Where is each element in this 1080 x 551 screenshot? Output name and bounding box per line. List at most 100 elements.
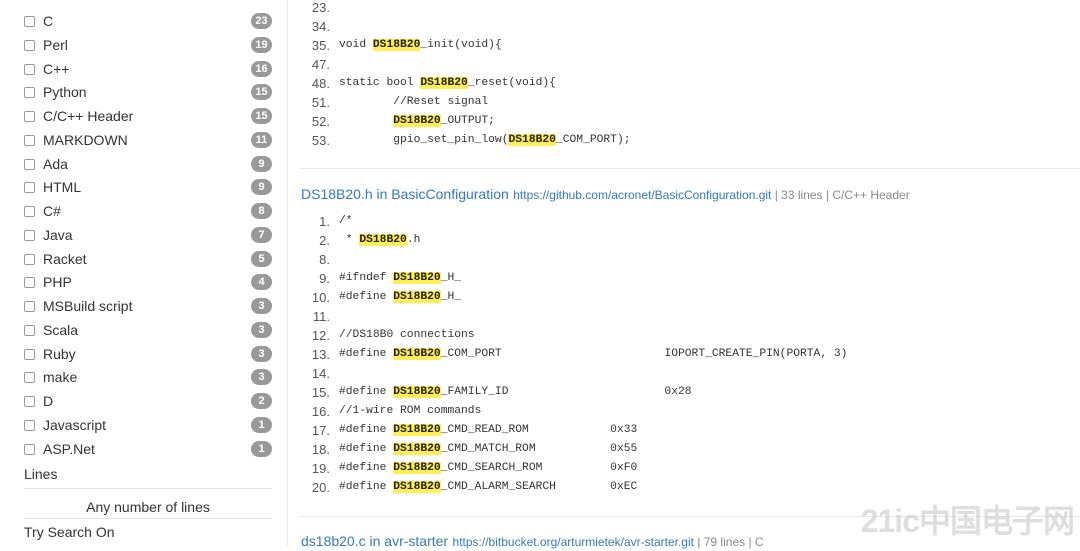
- language-filter-item[interactable]: Ada 9: [24, 154, 272, 176]
- language-label: Javascript: [43, 416, 107, 433]
- code-pre: #define: [339, 443, 394, 455]
- code-line: 10. #define DS18B20_H_: [288, 288, 1068, 307]
- code-text: //Reset signal: [339, 93, 488, 112]
- language-checkbox[interactable]: [24, 348, 35, 360]
- language-label: Perl: [43, 36, 68, 53]
- language-count-badge: 1: [251, 416, 272, 433]
- code-line: 48. static bool DS18B20_reset(void){: [288, 74, 1068, 93]
- language-checkbox[interactable]: [24, 63, 35, 75]
- line-number: 52.: [311, 114, 330, 129]
- language-count-badge: 9: [251, 155, 272, 172]
- code-line: 35. void DS18B20_init(void){: [288, 36, 1068, 55]
- line-number: 53.: [311, 133, 330, 148]
- language-checkbox[interactable]: [24, 111, 35, 122]
- language-count-badge: 11: [251, 131, 272, 148]
- code-pre: //1-wire ROM commands: [339, 405, 482, 417]
- lines-filter-option[interactable]: Any number of lines: [24, 499, 272, 515]
- search-highlight: DS18B20: [508, 134, 556, 146]
- language-filter-item[interactable]: C 23: [24, 11, 272, 33]
- line-number: 18.: [311, 442, 330, 457]
- repository-url-link[interactable]: https://bitbucket.org/arturmietek/avr-st…: [453, 535, 694, 549]
- language-checkbox[interactable]: [24, 277, 35, 289]
- code-pre: [339, 115, 393, 127]
- language-checkbox[interactable]: [24, 301, 35, 312]
- language-filter-item[interactable]: Java 7: [24, 225, 272, 247]
- language-count-badge: 8: [251, 203, 272, 219]
- language-count-badge: 7: [251, 226, 272, 243]
- line-number: 47.: [311, 57, 330, 72]
- language-filter-item[interactable]: PHP 4: [24, 272, 272, 294]
- language-label: Ada: [43, 155, 68, 172]
- line-number: 51.: [311, 95, 330, 110]
- code-pre: #define: [339, 386, 394, 398]
- language-checkbox[interactable]: [24, 324, 35, 336]
- language-checkbox[interactable]: [24, 419, 35, 431]
- language-checkbox[interactable]: [24, 372, 35, 384]
- language-filter-item[interactable]: MSBuild script 3: [24, 296, 272, 318]
- code-pre: #define: [339, 462, 394, 474]
- code-pre: //DS18B0 connections: [339, 329, 475, 341]
- code-line: 9. #ifndef DS18B20_H_: [288, 269, 1068, 288]
- language-filter-item[interactable]: ASP.Net 1: [24, 439, 272, 461]
- language-filter-item[interactable]: Perl 19: [24, 35, 272, 57]
- code-post: _CMD_SEARCH_ROM 0xF0: [440, 462, 638, 474]
- code-pre: #define: [339, 481, 394, 493]
- code-post: _FAMILY_ID 0x28: [440, 386, 692, 398]
- search-highlight: DS18B20: [393, 424, 441, 436]
- language-label: D: [43, 393, 54, 409]
- language-checkbox[interactable]: [24, 134, 35, 146]
- language-filter-item[interactable]: MARKDOWN 11: [24, 130, 272, 152]
- code-post: _COM_PORT);: [555, 134, 631, 146]
- line-number: 20.: [311, 480, 330, 495]
- line-number: 48.: [311, 76, 330, 91]
- language-label: Ruby: [43, 345, 76, 362]
- line-number: 2.: [319, 233, 330, 248]
- language-label: PHP: [43, 274, 72, 291]
- language-checkbox[interactable]: [24, 158, 35, 170]
- language-checkbox[interactable]: [24, 253, 35, 265]
- language-filter-item[interactable]: C/C++ Header 15: [24, 106, 272, 128]
- code-pre: static bool: [339, 77, 421, 89]
- language-label: MARKDOWN: [43, 131, 128, 148]
- line-number: 8.: [319, 252, 330, 267]
- language-count-badge: 3: [251, 345, 272, 362]
- code-text: //DS18B0 connections: [339, 326, 475, 345]
- language-filter-item[interactable]: Javascript 1: [24, 415, 272, 437]
- language-filter-item[interactable]: Python 15: [24, 82, 272, 104]
- code-post: _init(void){: [420, 39, 502, 51]
- language-filter-item[interactable]: Ruby 3: [24, 344, 272, 366]
- language-count-badge: 5: [251, 250, 272, 267]
- search-highlight: DS18B20: [393, 115, 441, 127]
- result-title-link[interactable]: DS18B20.h in BasicConfiguration: [301, 186, 509, 202]
- try-search-on-link[interactable]: Try Search On: [24, 524, 115, 540]
- language-checkbox[interactable]: [24, 16, 35, 27]
- language-checkbox[interactable]: [24, 206, 35, 217]
- language-checkbox[interactable]: [24, 182, 35, 194]
- code-post: _CMD_MATCH_ROM 0x55: [440, 443, 638, 455]
- code-post: _H_: [440, 272, 462, 284]
- language-filter-item[interactable]: Scala 3: [24, 320, 272, 342]
- result-title-link[interactable]: ds18b20.c in avr-starter: [301, 533, 448, 549]
- code-text: //1-wire ROM commands: [339, 402, 481, 421]
- language-filter-item[interactable]: Racket 5: [24, 249, 272, 271]
- language-filter-item[interactable]: D2: [24, 391, 272, 413]
- code-pre: #define: [339, 348, 394, 360]
- code-text: /*: [339, 212, 353, 231]
- code-pre: //Reset signal: [339, 96, 489, 108]
- code-text: #define DS18B20_CMD_READ_ROM 0x33: [339, 421, 637, 440]
- repository-url-link[interactable]: https://github.com/acronet/BasicConfigur…: [513, 188, 771, 202]
- language-filter-item[interactable]: C++ 16: [24, 59, 272, 81]
- search-highlight: DS18B20: [393, 481, 441, 493]
- code-text: #define DS18B20_COM_PORT IOPORT_CREATE_P…: [339, 345, 847, 364]
- code-post: _OUTPUT;: [440, 115, 495, 127]
- language-checkbox[interactable]: [24, 229, 35, 241]
- code-line: 47.: [288, 55, 1068, 74]
- language-filter-item[interactable]: C# 8: [24, 201, 272, 223]
- language-filter-item[interactable]: HTML 9: [24, 177, 272, 199]
- code-pre: /*: [339, 215, 353, 227]
- language-filter-item[interactable]: make 3: [24, 367, 272, 389]
- language-checkbox[interactable]: [24, 39, 35, 51]
- language-checkbox[interactable]: [24, 87, 35, 99]
- language-checkbox[interactable]: [24, 443, 35, 455]
- language-checkbox[interactable]: [24, 396, 35, 407]
